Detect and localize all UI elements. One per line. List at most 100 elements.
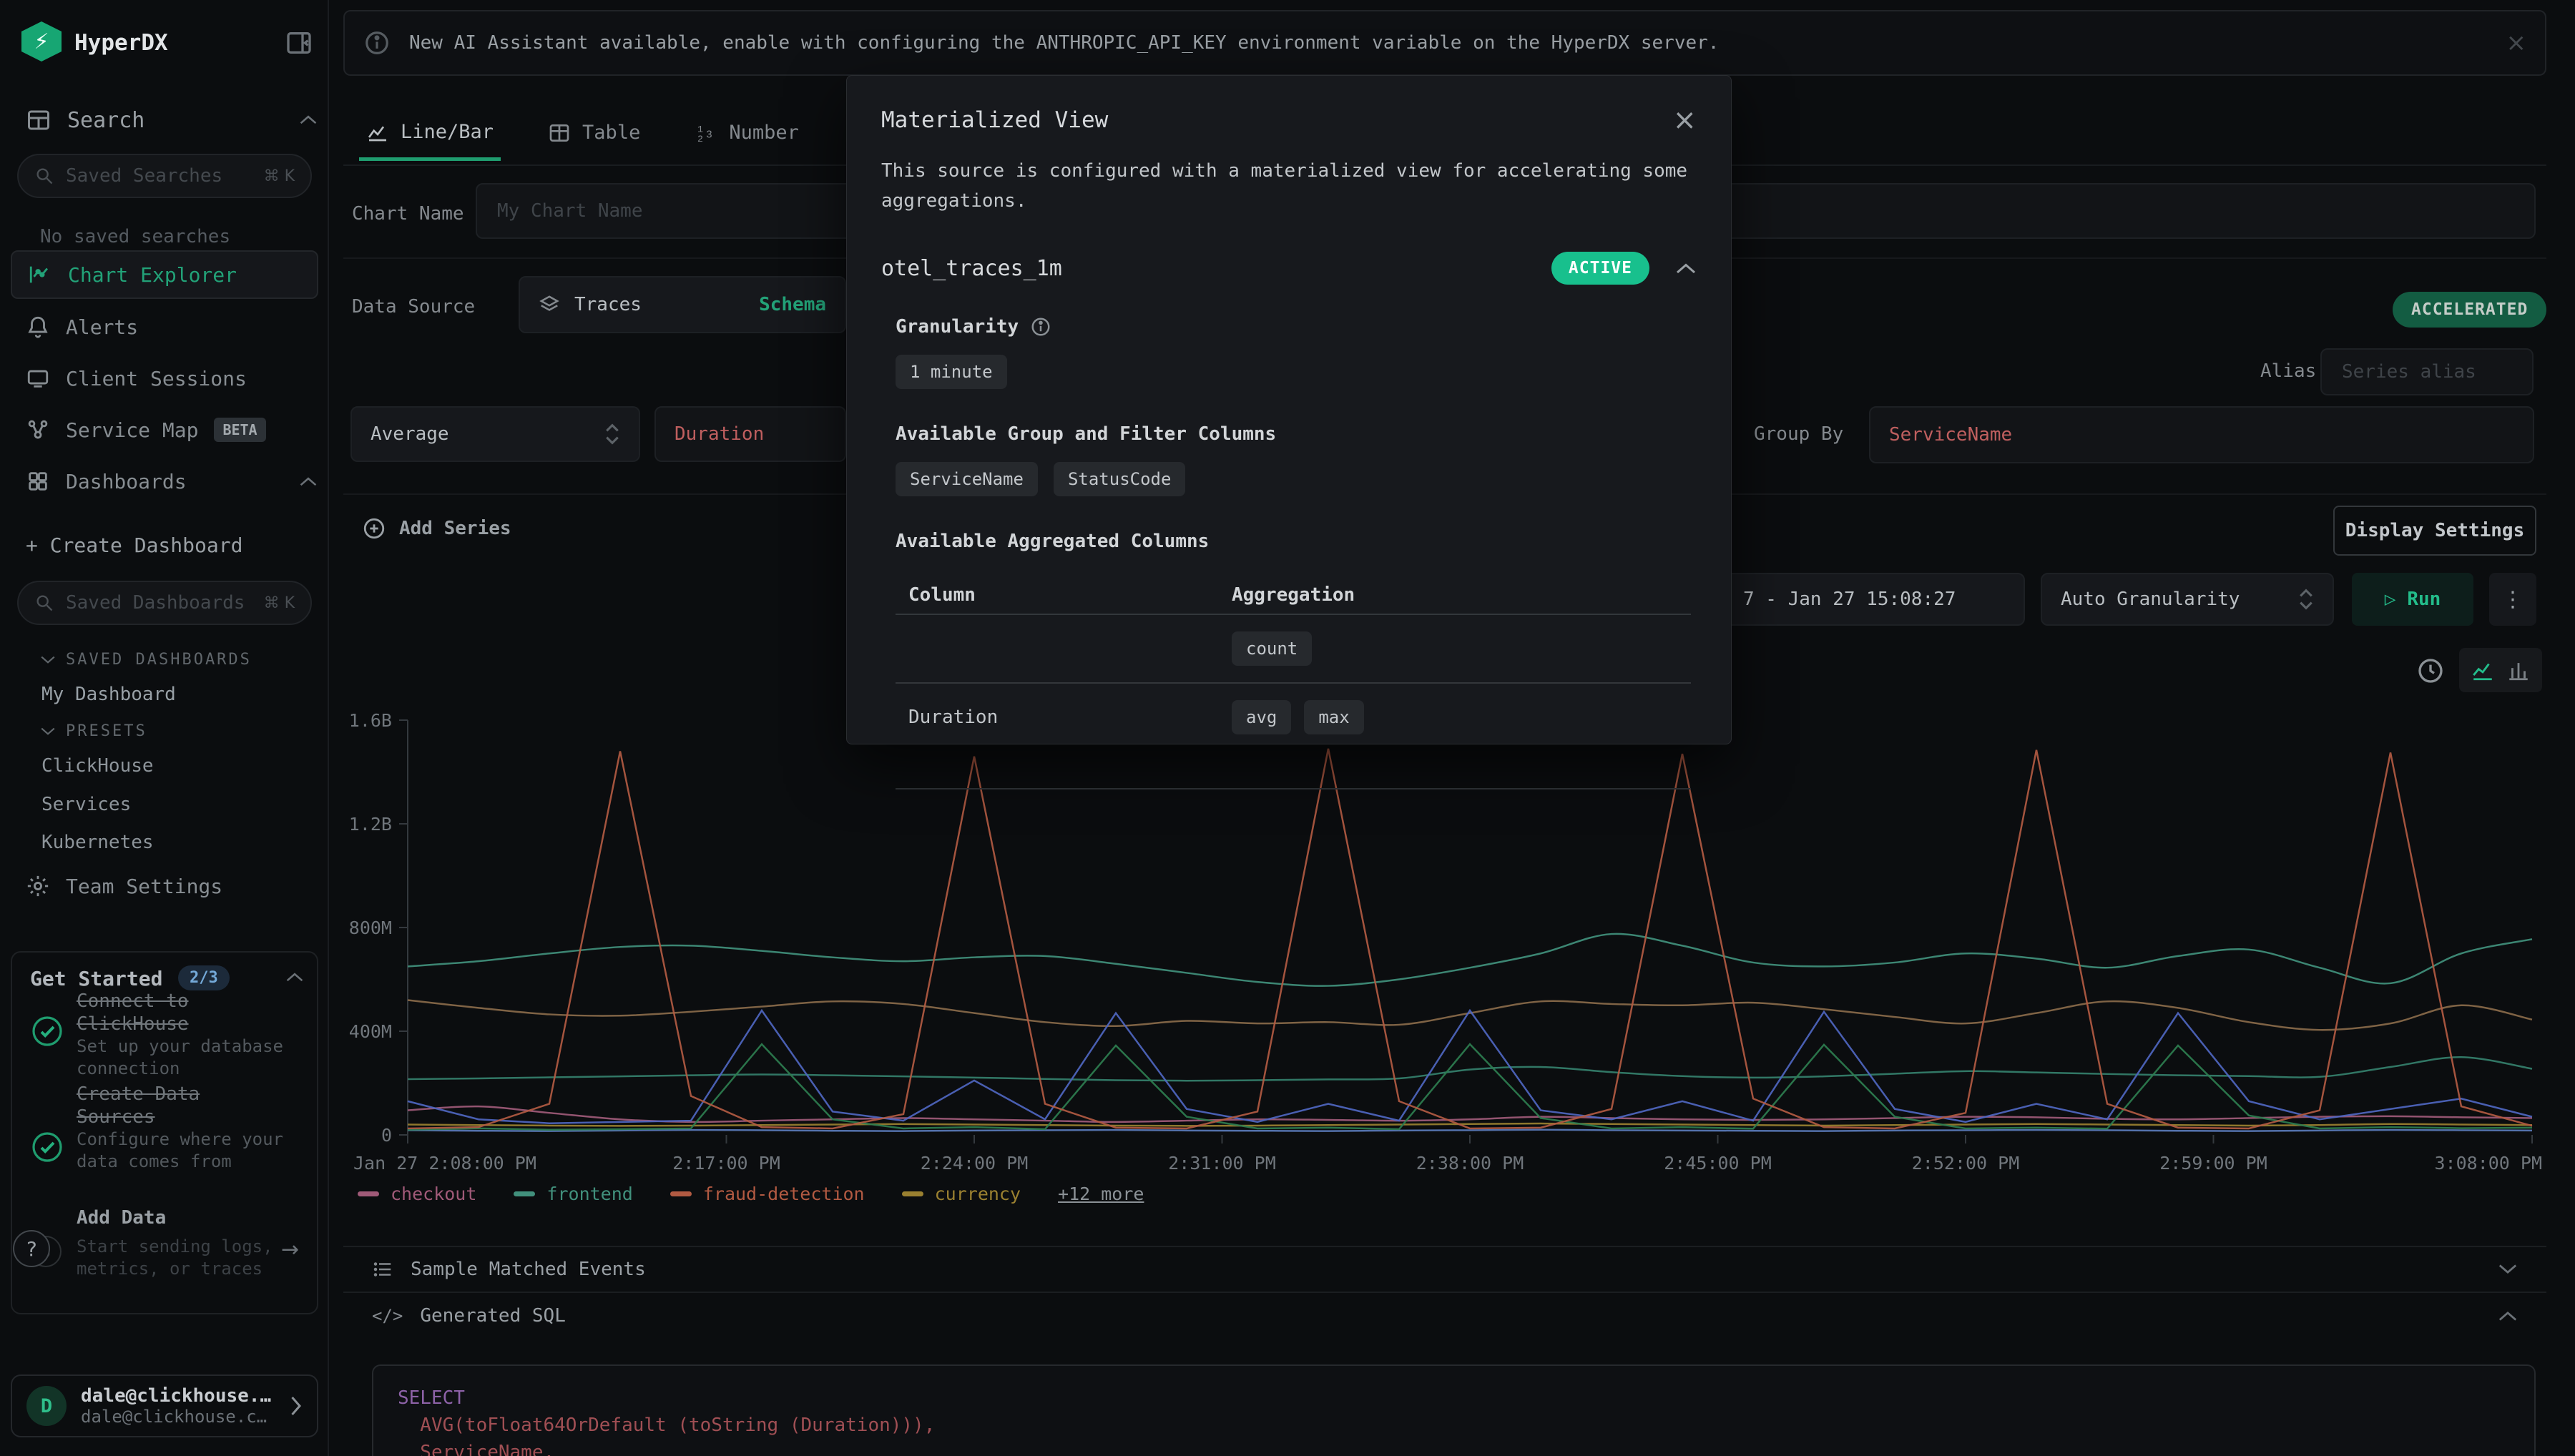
svg-text:800M: 800M — [349, 918, 392, 938]
group-presets[interactable]: PRESETS — [40, 722, 147, 740]
chevron-right-icon — [288, 1395, 303, 1417]
display-settings-button[interactable]: Display Settings — [2333, 506, 2536, 556]
modal-close-icon[interactable]: × — [1672, 109, 1697, 131]
search-icon — [34, 166, 54, 186]
field-input[interactable]: Duration — [654, 406, 846, 462]
chevron-up-icon[interactable] — [299, 113, 318, 126]
get-started-item-title[interactable]: Add Data — [77, 1207, 166, 1229]
svg-text:3: 3 — [706, 129, 712, 141]
sidebar-item-search[interactable]: Search — [26, 107, 144, 133]
saved-dashboards-input[interactable] — [64, 591, 254, 614]
sample-events-accordion[interactable]: Sample Matched Events — [343, 1246, 2546, 1292]
data-source-value: Traces — [574, 294, 642, 315]
tab-number[interactable]: 123 Number — [687, 109, 806, 157]
group-filter-label: Available Group and Filter Columns — [896, 423, 1697, 445]
search-section-icon — [26, 107, 52, 133]
legend-item[interactable]: fraud-detection — [670, 1184, 865, 1204]
sidebar-item-dashboards[interactable]: Dashboards — [26, 469, 187, 493]
help-button[interactable]: ? — [13, 1230, 50, 1267]
sidebar-link-clickhouse[interactable]: ClickHouse — [41, 755, 154, 777]
aggregated-label: Available Aggregated Columns — [896, 531, 1697, 552]
banner-close-icon[interactable]: × — [2506, 29, 2527, 57]
check-circle-icon — [30, 1130, 64, 1164]
view-name: otel_traces_1m — [881, 256, 1062, 281]
sql-code-block: SELECT AVG(toFloat64OrDefault (toString … — [372, 1364, 2536, 1456]
date-range-picker[interactable]: 7 - Jan 27 15:08:27 — [1707, 573, 2025, 626]
alias-input[interactable] — [2340, 360, 2513, 383]
sidebar-link-services[interactable]: Services — [41, 794, 131, 815]
chevron-up-icon[interactable] — [299, 475, 318, 488]
svg-text:1.2B: 1.2B — [349, 814, 392, 835]
aggregated-columns-table: Column Aggregation count Duration avg ma… — [896, 576, 1691, 751]
clock-icon[interactable] — [2416, 656, 2445, 685]
svg-text:2:59:00 PM: 2:59:00 PM — [2159, 1153, 2267, 1174]
beta-badge: BETA — [214, 418, 265, 442]
saved-dashboards-search[interactable]: ⌘ K — [17, 581, 312, 625]
alias-field[interactable] — [2320, 348, 2534, 395]
no-saved-searches-text: No saved searches — [40, 226, 230, 247]
sidebar-item-client-sessions[interactable]: Client Sessions — [26, 366, 247, 390]
get-started-item-title[interactable]: Create Data Sources — [77, 1083, 216, 1128]
saved-searches-input[interactable] — [64, 164, 254, 187]
saved-searches-search[interactable]: ⌘ K — [17, 154, 312, 198]
sidebar-item-team-settings[interactable]: Team Settings — [26, 874, 222, 898]
generated-sql-accordion[interactable]: </> Generated SQL — [343, 1292, 2546, 1339]
tab-table[interactable]: Table — [541, 109, 647, 157]
chevron-down-icon — [40, 655, 56, 665]
bar-mode-icon[interactable] — [2506, 658, 2531, 682]
svg-text:2:52:00 PM: 2:52:00 PM — [1912, 1153, 2020, 1174]
sample-events-label: Sample Matched Events — [411, 1259, 646, 1280]
svg-text:2:17:00 PM: 2:17:00 PM — [672, 1153, 780, 1174]
info-icon[interactable] — [1030, 316, 1051, 338]
aggregation-select[interactable]: Average — [350, 406, 640, 462]
legend-item[interactable]: checkout — [358, 1184, 476, 1204]
table-icon — [548, 122, 571, 144]
group-by-field[interactable]: ServiceName — [1869, 406, 2534, 463]
get-started-item-title[interactable]: Connect to ClickHouse — [77, 990, 216, 1036]
chart-explorer-icon — [28, 262, 52, 287]
sidebar-item-chart-explorer[interactable]: Chart Explorer — [11, 250, 318, 299]
aggregation-chip: count — [1232, 631, 1312, 666]
legend-item[interactable]: frontend — [514, 1184, 632, 1204]
table-header-column: Column — [896, 584, 1232, 606]
user-menu[interactable]: D dale@clickhouse.… dale@clickhouse.c… — [11, 1374, 318, 1437]
shortcut-hint: ⌘ K — [264, 167, 295, 185]
sidebar-item-alerts[interactable]: Alerts — [26, 315, 138, 339]
sidebar-item-service-map[interactable]: Service Map BETA — [26, 418, 266, 442]
line-mode-icon[interactable] — [2471, 658, 2495, 682]
chevron-up-icon[interactable] — [1675, 261, 1697, 275]
tab-line-bar[interactable]: Line/Bar — [359, 107, 501, 161]
svg-text:2:38:00 PM: 2:38:00 PM — [1416, 1153, 1524, 1174]
legend-swatch — [902, 1191, 923, 1196]
granularity-value-chip: 1 minute — [896, 355, 1007, 389]
legend-swatch — [670, 1191, 692, 1196]
chevron-up-icon[interactable] — [285, 971, 304, 983]
get-started-item-subtitle: Start sending logs, metrics, or traces — [77, 1236, 284, 1280]
run-button[interactable]: ▷ Run — [2352, 573, 2473, 626]
add-series-button[interactable]: Add Series — [362, 516, 511, 541]
svg-text:2:31:00 PM: 2:31:00 PM — [1168, 1153, 1276, 1174]
sidebar-link-kubernetes[interactable]: Kubernetes — [41, 832, 154, 853]
legend-item[interactable]: currency — [902, 1184, 1021, 1204]
app-title: HyperDX — [74, 30, 168, 56]
granularity-select[interactable]: Auto Granularity — [2041, 573, 2334, 626]
legend-more-link[interactable]: +12 more — [1058, 1184, 1144, 1204]
chart-legend: checkoutfrontendfraud-detectioncurrency … — [358, 1184, 2532, 1204]
group-saved-dashboards[interactable]: SAVED DASHBOARDS — [40, 651, 252, 669]
hyperdx-app: ⚡ HyperDX Search ⌘ K No saved searches C… — [0, 0, 2575, 1456]
schema-link[interactable]: Schema — [759, 294, 826, 315]
kebab-menu-button[interactable]: ⋮ — [2489, 573, 2536, 626]
sidebar-collapse-icon[interactable] — [285, 29, 313, 57]
aggregation-chip: avg — [1232, 700, 1291, 734]
sidebar-link-my-dashboard[interactable]: My Dashboard — [41, 684, 176, 705]
svg-text:1.6B: 1.6B — [349, 710, 392, 731]
hyperdx-logo-icon: ⚡ — [21, 21, 62, 62]
arrow-right-icon[interactable]: → — [281, 1237, 299, 1262]
avatar: D — [26, 1386, 67, 1426]
create-dashboard-button[interactable]: + Create Dashboard — [26, 533, 242, 557]
data-source-select[interactable]: Traces Schema — [519, 276, 846, 333]
check-circle-icon — [30, 1014, 64, 1048]
user-name: dale@clickhouse.… — [81, 1385, 274, 1407]
table-row: count — [896, 615, 1691, 682]
play-icon: ▷ — [2385, 589, 2396, 610]
